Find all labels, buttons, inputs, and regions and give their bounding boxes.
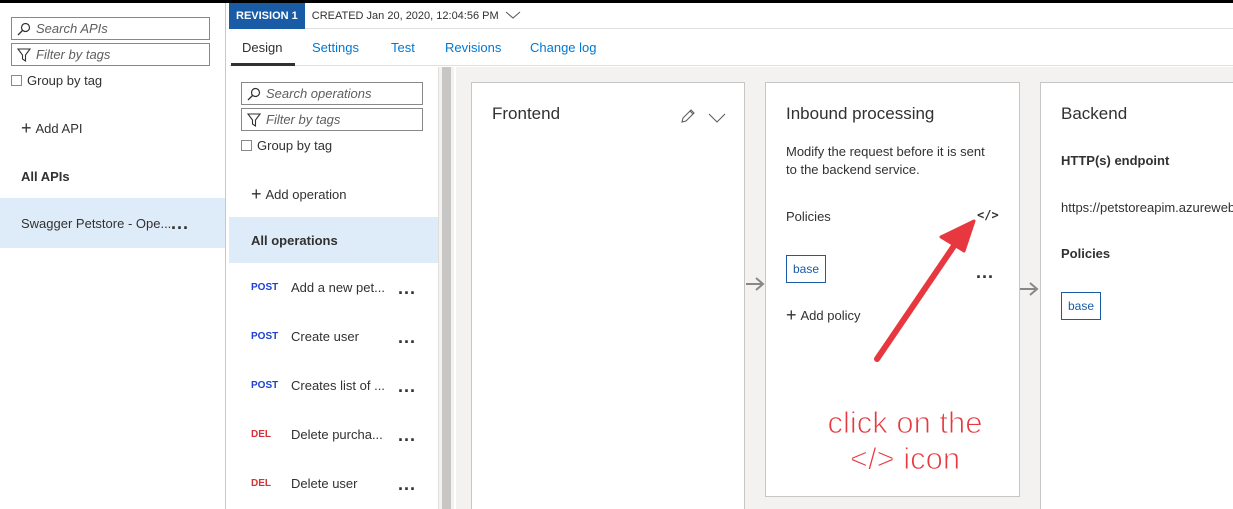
annotation-line2: </> icon	[849, 441, 961, 477]
annotation-text: click on the </> icon	[795, 405, 1015, 477]
annotation-line1: click on the	[827, 405, 983, 441]
annotation-arrow-icon	[874, 219, 976, 362]
